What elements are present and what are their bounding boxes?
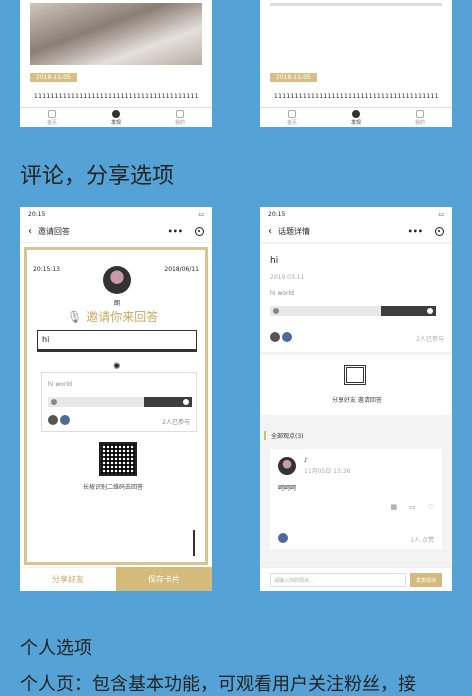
check-icon bbox=[273, 308, 279, 314]
nav-bar: ‹ 话题详情 ••• bbox=[260, 221, 452, 243]
answer-text: hi world bbox=[270, 290, 294, 297]
top-right-screenshot: 2018-11-05 11111111111111111111111111111… bbox=[260, 0, 452, 127]
comment-bar: 请输入你的观点... 发表观点 bbox=[260, 567, 452, 591]
vote-bar[interactable] bbox=[270, 306, 436, 316]
nav-title: 话题详情 bbox=[278, 227, 310, 236]
tab-home[interactable]: 首页 bbox=[47, 109, 57, 126]
close-target-icon[interactable] bbox=[195, 227, 204, 236]
post-text: 1111111111111111111111111111111111111111 bbox=[34, 93, 199, 100]
post-text: 1111111111111111111111111111111111111111 bbox=[274, 93, 439, 100]
date-badge: 2018-11-05 bbox=[270, 73, 317, 82]
comment-user: ♪ bbox=[304, 457, 308, 464]
discover-icon bbox=[351, 109, 360, 118]
comment-card: ♪ 11月05日 13:36 呵呵呵 ▦ ▭ ♡ 1人 点赞 bbox=[270, 449, 442, 549]
tab-mine[interactable]: 我的 bbox=[175, 109, 185, 126]
check-icon bbox=[427, 308, 433, 314]
all-views-label: 全部观点(3) bbox=[264, 431, 304, 440]
user-name: 朗 bbox=[114, 300, 121, 307]
qr-hint: 长按识别二维码去回答 bbox=[83, 484, 144, 491]
comment-date: 11月05日 13:36 bbox=[304, 468, 351, 475]
battery-icon: ▭ bbox=[438, 210, 444, 218]
save-card-button[interactable]: 保存卡片 bbox=[116, 567, 212, 591]
share-label[interactable]: 分享好友 邀请回答 bbox=[332, 395, 382, 404]
comment-icon[interactable]: ▭ bbox=[409, 503, 416, 511]
back-icon[interactable]: ‹ bbox=[28, 226, 32, 237]
invite-text: 🎙 邀请你来回答 bbox=[67, 309, 159, 325]
comment-text: 呵呵呵 bbox=[278, 485, 297, 492]
answer-text: hi world bbox=[48, 381, 72, 388]
more-button[interactable]: ••• bbox=[408, 227, 423, 236]
like-icon[interactable]: ♡ bbox=[428, 503, 434, 511]
avatar-mini bbox=[278, 533, 288, 543]
back-icon[interactable]: ‹ bbox=[268, 226, 272, 237]
invite-screen: 20:15 ▭ ‹ 邀请回答 ••• 20:15:13 2018/06/11 朗 … bbox=[20, 207, 212, 591]
discover-icon bbox=[111, 109, 120, 118]
topic-date: 2019.03.11 bbox=[270, 274, 305, 281]
tab-mine[interactable]: 我的 bbox=[415, 109, 425, 126]
avatar-mini bbox=[282, 332, 292, 342]
invite-card: 20:15:13 2018/06/11 朗 🎙 邀请你来回答 hi ✺ hi wo… bbox=[24, 247, 208, 565]
home-icon bbox=[287, 109, 296, 118]
card-photo-blank bbox=[270, 3, 442, 65]
avatar-mini bbox=[48, 415, 58, 425]
qr-code bbox=[99, 442, 137, 476]
section-title-profile: 个人选项 bbox=[20, 638, 92, 659]
home-icon bbox=[47, 109, 56, 118]
share-panel: 分享好友 邀请回答 bbox=[260, 355, 452, 415]
section-title-comments: 评论，分享选项 bbox=[20, 164, 175, 189]
tab-bar: 首页 发现 我的 bbox=[260, 107, 452, 127]
status-bar: 20:15 ▭ bbox=[28, 210, 204, 218]
battery-icon: ▭ bbox=[198, 210, 204, 218]
avatar-mini bbox=[60, 415, 70, 425]
user-icon bbox=[415, 109, 424, 118]
likes-count: 1人 点赞 bbox=[410, 537, 434, 544]
card-date-right: 2018/06/11 bbox=[164, 266, 199, 273]
section-text-profile: 个人页：包含基本功能，可观看用户关注粉丝，接 bbox=[20, 674, 416, 695]
avatar-mini bbox=[270, 332, 280, 342]
comment-avatar bbox=[278, 457, 296, 475]
card-photo bbox=[30, 3, 202, 65]
nav-bar: ‹ 邀请回答 ••• bbox=[20, 221, 212, 243]
qr-icon[interactable] bbox=[344, 365, 366, 385]
support-count: 2人已参与 bbox=[162, 419, 190, 426]
card-date-left: 20:15:13 bbox=[33, 266, 60, 273]
more-button[interactable]: ••• bbox=[168, 227, 183, 236]
comment-input[interactable]: 请输入你的观点... bbox=[270, 573, 406, 587]
avatar bbox=[103, 266, 131, 294]
answer-box: hi world 2人已参与 bbox=[41, 372, 197, 432]
status-bar: 20:15 ▭ bbox=[268, 210, 444, 218]
support-count: 2人已参与 bbox=[416, 336, 444, 343]
nav-title: 邀请回答 bbox=[38, 227, 70, 236]
topic-panel: hi 2019.03.11 hi world 2人已参与 bbox=[260, 244, 452, 352]
share-friends-button[interactable]: 分享好友 bbox=[20, 567, 116, 591]
date-badge: 2018-11-05 bbox=[30, 73, 77, 82]
comment-actions: ▦ ▭ ♡ bbox=[390, 503, 434, 511]
check-icon bbox=[183, 399, 189, 405]
tab-home[interactable]: 首页 bbox=[287, 109, 297, 126]
send-button[interactable]: 发表观点 bbox=[410, 573, 442, 587]
decor-line bbox=[193, 530, 195, 556]
qr-small-icon[interactable]: ▦ bbox=[390, 503, 397, 511]
question-box: hi bbox=[37, 330, 197, 352]
tab-discover[interactable]: 发现 bbox=[351, 109, 361, 126]
check-icon bbox=[51, 399, 57, 405]
user-icon bbox=[175, 109, 184, 118]
sun-icon: ✺ bbox=[113, 362, 121, 372]
vote-bar[interactable] bbox=[48, 397, 192, 407]
top-left-screenshot: 2018-11-05 11111111111111111111111111111… bbox=[20, 0, 212, 127]
microphone-icon: 🎙 bbox=[67, 309, 83, 324]
tab-discover[interactable]: 发现 bbox=[111, 109, 121, 126]
tab-bar: 首页 发现 我的 bbox=[20, 107, 212, 127]
close-target-icon[interactable] bbox=[435, 227, 444, 236]
topic-title: hi bbox=[270, 256, 279, 266]
detail-screen: 20:15 ▭ ‹ 话题详情 ••• hi 2019.03.11 hi world… bbox=[260, 207, 452, 591]
bottom-actions: 分享好友 保存卡片 bbox=[20, 567, 212, 591]
